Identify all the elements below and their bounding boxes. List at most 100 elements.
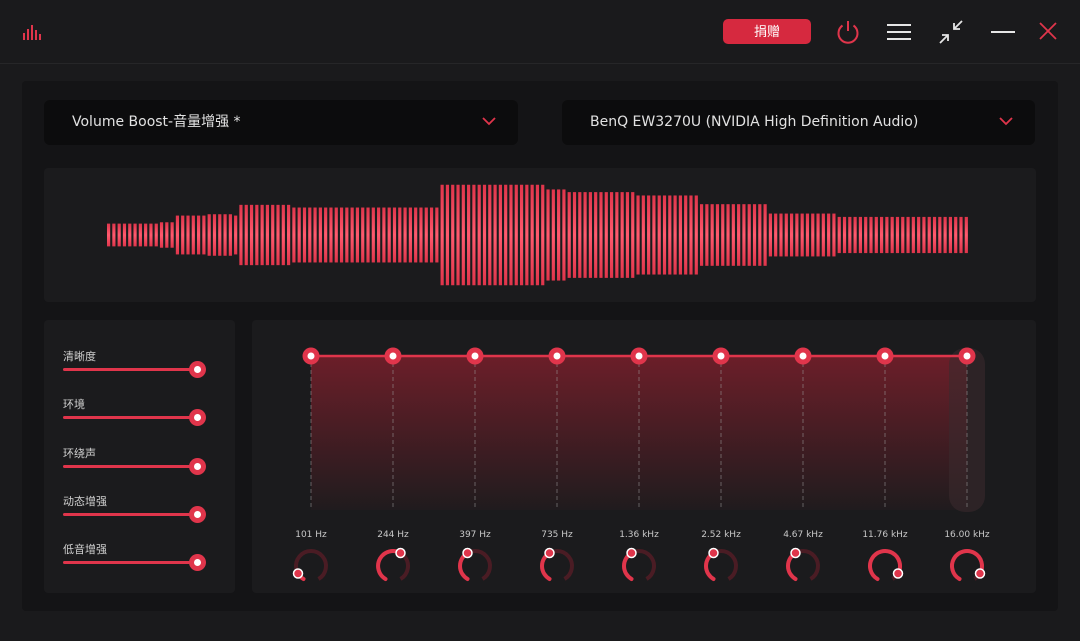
spectrum-bar [292,207,296,263]
spectrum-bar [297,207,301,263]
eq-band-handle-dot [881,352,889,360]
spectrum-bar [324,207,328,263]
spectrum-bar [175,215,180,255]
spectrum-bar [387,207,391,263]
spectrum-bar [737,204,741,266]
eq-knob[interactable] [626,547,637,559]
spectrum-bar [705,204,709,266]
spectrum-bar [789,213,794,257]
spectrum-bar [726,204,730,266]
spectrum-bar [493,184,497,286]
spectrum-bar [811,213,815,257]
spectrum-bar [551,189,555,281]
spectrum-bar [318,207,322,263]
spectrum-bar [525,184,529,286]
spectrum-bar [249,204,254,266]
spectrum-bar [355,207,360,263]
spectrum-bar [133,223,137,247]
spectrum-bar [107,223,111,247]
spectrum-bar [197,215,201,255]
spectrum-bar [488,184,492,286]
effect-slider-track[interactable] [63,416,197,419]
spectrum-bar [334,207,338,263]
spectrum-bar [631,192,635,278]
menu-icon[interactable] [886,22,912,42]
spectrum-bars [107,184,968,286]
spectrum-bar [361,207,365,263]
donate-button[interactable]: 捐赠 [723,19,811,44]
spectrum-bar [234,215,238,255]
spectrum-bar [699,204,704,266]
eq-band-handle-dot [963,352,971,360]
effect-slider-track[interactable] [63,513,197,516]
effect-slider-track[interactable] [63,561,197,564]
eq-knob[interactable] [708,547,719,559]
eq-knob[interactable] [395,547,406,559]
eq-knob[interactable] [790,547,801,559]
effect-label: 环境 [63,398,85,411]
spectrum-bar [578,192,582,278]
spectrum-bar [228,214,232,256]
spectrum-bar [138,223,142,247]
spectrum-bar [265,204,270,266]
spectrum-bar [207,214,211,256]
effect-slider-thumb[interactable] [189,361,206,378]
spectrum-bar [901,216,905,254]
minimize-icon[interactable] [990,22,1016,42]
eq-band-handle-dot [799,352,807,360]
spectrum-bar [472,184,476,286]
spectrum-bar [451,184,455,286]
equalizer-panel: 101 Hz 244 Hz 397 Hz 735 Hz 1.36 kHz 2.5… [252,320,1036,593]
power-icon[interactable] [833,17,863,47]
spectrum-bar [678,195,682,275]
eq-knob[interactable] [892,568,904,579]
spectrum-bar [874,216,878,254]
spectrum-bar [239,204,243,266]
eq-knob[interactable] [292,568,304,579]
spectrum-bar [371,207,375,263]
spectrum-bar [763,204,767,266]
effect-slider-thumb[interactable] [189,458,206,475]
spectrum-bar [864,216,868,254]
effect-label: 低音增强 [63,543,107,556]
spectrum-bar [959,216,963,254]
chevron-down-icon [482,117,496,126]
spectrum-bar [954,216,958,254]
spectrum-bar [827,213,831,257]
spectrum-bar [879,216,884,254]
device-select[interactable]: BenQ EW3270U (NVIDIA High Definition Aud… [562,100,1035,145]
minimize-to-mini-icon[interactable] [937,18,965,46]
close-icon[interactable] [1037,20,1059,42]
spectrum-bar [816,213,820,257]
spectrum-bar [869,216,873,254]
spectrum-bar [821,213,825,257]
spectrum-bar [948,216,952,254]
spectrum-bar [329,207,333,263]
spectrum-bar [191,215,195,255]
eq-knob[interactable] [974,568,986,579]
effect-dynamic-boost: 动态增强 [63,493,213,533]
eq-knob[interactable] [462,547,473,559]
spectrum-bar [742,204,746,266]
spectrum-bar [932,216,937,254]
spectrum-bar [403,207,407,263]
spectrum-bar [398,207,402,263]
effect-slider-thumb[interactable] [189,554,206,571]
spectrum-bar [620,192,624,278]
preset-select[interactable]: Volume Boost-音量增强 * [44,100,518,145]
spectrum-bar [440,184,444,286]
effect-slider-thumb[interactable] [189,409,206,426]
effect-slider-track[interactable] [63,465,197,468]
spectrum-bar [673,195,677,275]
effect-slider-thumb[interactable] [189,506,206,523]
spectrum-bar [445,184,450,286]
eq-band-handle-dot [553,352,561,360]
spectrum-bar [604,192,608,278]
band-label: 244 Hz [377,530,409,540]
spectrum-bar [625,192,630,278]
effect-slider-track[interactable] [63,368,197,371]
spectrum-bar [752,204,757,266]
eq-knob[interactable] [544,547,555,559]
spectrum-bar [917,216,921,254]
spectrum-bar [345,207,349,263]
